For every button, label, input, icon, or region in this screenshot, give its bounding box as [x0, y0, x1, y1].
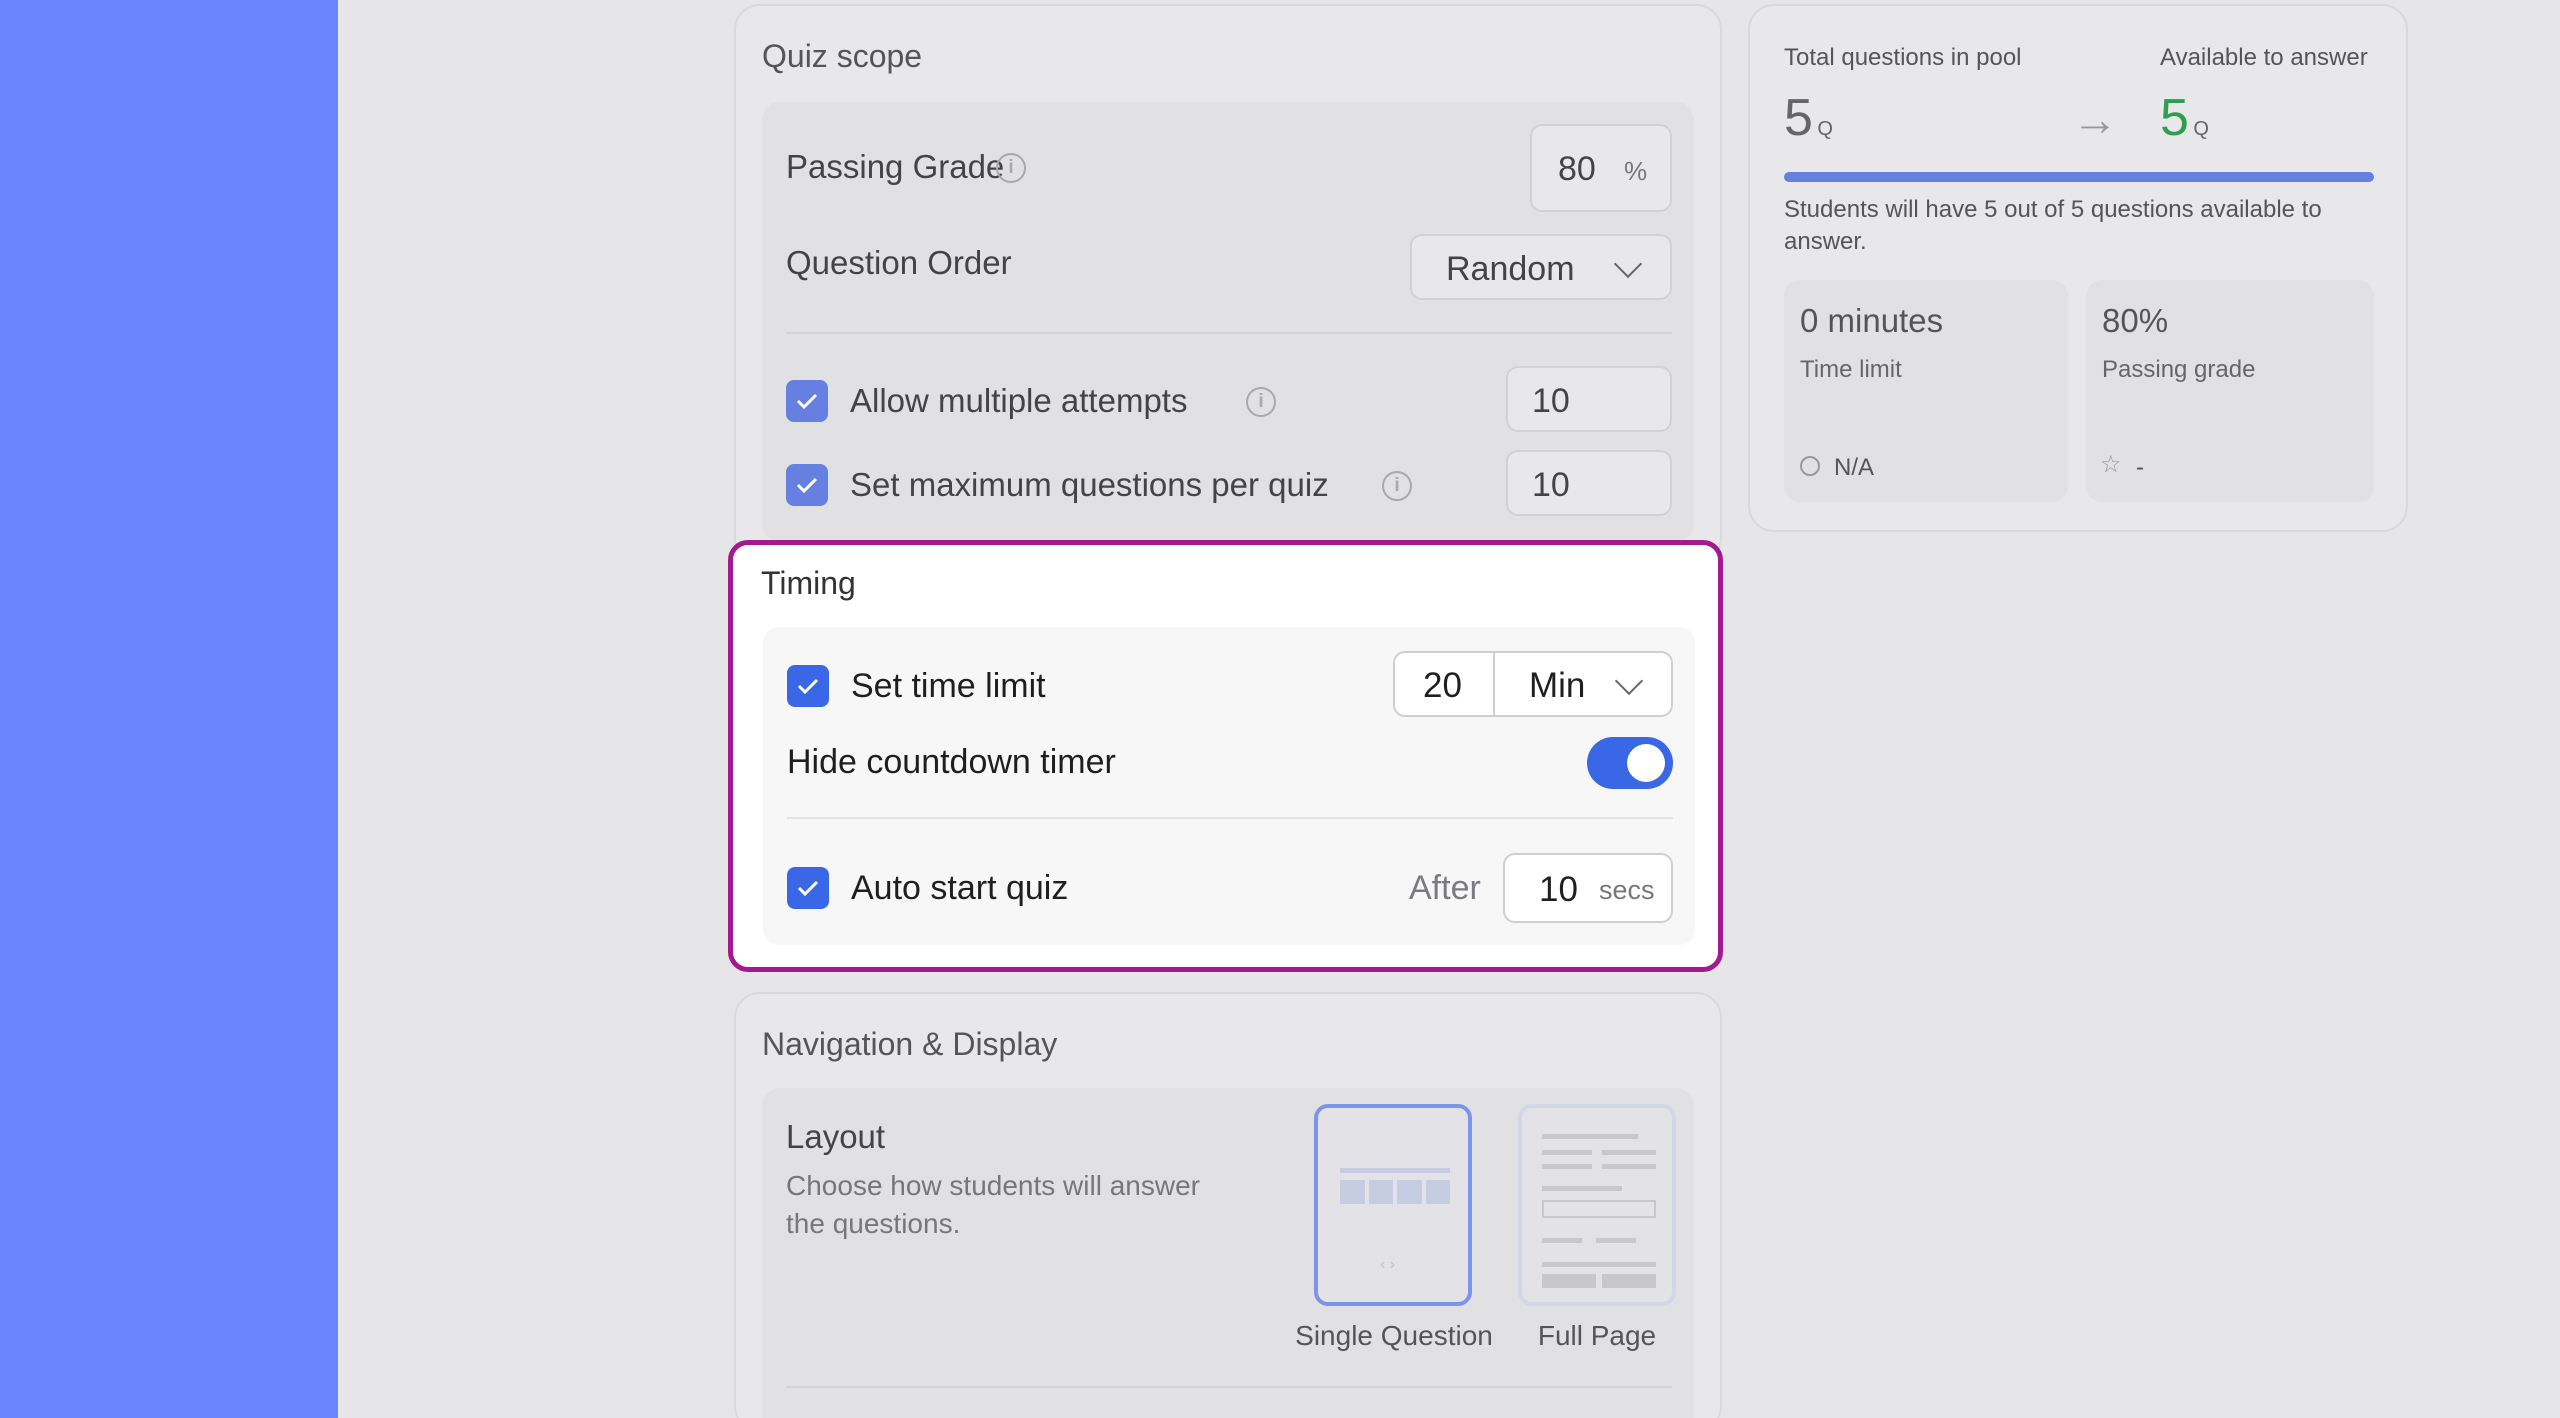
time-limit-value: 20 — [1423, 666, 1462, 705]
time-limit-tile-label: Time limit — [1800, 356, 1902, 383]
full-page-preview-line — [1542, 1262, 1656, 1267]
available-label: Available to answer — [2160, 44, 2368, 71]
availability-note-line-2: answer. — [1784, 228, 1867, 255]
allow-attempts-checkbox[interactable] — [786, 380, 828, 422]
time-limit-label: Set time limit — [851, 667, 1046, 705]
total-questions-value: 5 Q — [1784, 88, 1833, 148]
available-number: 5 — [2160, 89, 2189, 147]
time-limit-unit: Min — [1529, 666, 1586, 705]
passing-grade-tile: 80% Passing grade ☆ - — [2086, 280, 2374, 502]
availability-note-line-1: Students will have 5 out of 5 questions … — [1784, 196, 2322, 223]
auto-start-after-label: After — [1409, 869, 1481, 907]
max-questions-info-icon[interactable]: i — [1382, 471, 1412, 501]
max-questions-checkbox[interactable] — [786, 464, 828, 506]
layout-description-line-1: Choose how students will answer — [786, 1170, 1200, 1201]
total-value: 5 — [1784, 89, 1813, 147]
preview-block — [1368, 1180, 1393, 1204]
full-page-preview-block — [1602, 1274, 1656, 1288]
time-limit-unit-select[interactable]: Min — [1493, 651, 1673, 717]
allow-attempts-value: 10 — [1532, 382, 1570, 420]
question-order-value: Random — [1446, 250, 1575, 288]
full-page-label: Full Page — [1537, 1320, 1657, 1351]
available-value: 5 Q — [2160, 88, 2209, 148]
layout-option-full-page[interactable] — [1518, 1104, 1676, 1306]
preview-block — [1425, 1180, 1450, 1204]
single-question-preview-line — [1340, 1168, 1450, 1173]
quiz-scope-card: Quiz scope Passing Grade i 80 % Question… — [734, 4, 1722, 564]
allow-attempts-input[interactable]: 10 — [1506, 366, 1672, 432]
max-questions-value: 10 — [1532, 466, 1570, 504]
available-unit: Q — [2193, 118, 2209, 140]
timing-title: Timing — [761, 565, 856, 601]
allow-attempts-info-icon[interactable]: i — [1246, 387, 1276, 417]
timing-inner: Set time limit 20 Min Hide countdown tim… — [763, 627, 1695, 945]
auto-start-value: 10 — [1539, 870, 1578, 909]
passing-grade-input[interactable]: 80 % — [1530, 124, 1672, 212]
full-page-preview-block — [1542, 1274, 1596, 1288]
passing-grade-info-icon[interactable]: i — [996, 153, 1026, 183]
availability-progress-bar — [1784, 172, 2374, 182]
layout-title: Layout — [786, 1118, 886, 1155]
time-limit-tile-foot: N/A — [1834, 454, 1875, 481]
total-unit: Q — [1817, 118, 1833, 140]
navigation-display-card: Navigation & Display Layout Choose how s… — [734, 992, 1722, 1418]
full-page-preview-line — [1596, 1238, 1636, 1243]
layout-description-line-2: the questions. — [786, 1208, 961, 1239]
passing-grade-tile-value: 80% — [2102, 302, 2169, 339]
passing-grade-unit: % — [1624, 156, 1648, 186]
preview-block — [1397, 1180, 1422, 1204]
chevron-down-icon — [1614, 666, 1644, 696]
hide-timer-toggle[interactable] — [1587, 737, 1673, 789]
time-limit-input[interactable]: 20 — [1393, 651, 1495, 717]
question-order-select[interactable]: Random — [1410, 234, 1672, 300]
total-questions-label: Total questions in pool — [1784, 44, 2022, 71]
time-limit-checkbox[interactable] — [787, 665, 829, 707]
auto-start-checkbox[interactable] — [787, 867, 829, 909]
full-page-preview-line — [1542, 1164, 1592, 1169]
passing-grade-tile-label: Passing grade — [2102, 356, 2256, 383]
divider — [786, 332, 1672, 334]
max-questions-label: Set maximum questions per quiz — [850, 466, 1329, 503]
passing-grade-label: Passing Grade — [786, 148, 1005, 185]
auto-start-seconds-input[interactable]: 10 secs — [1503, 853, 1673, 923]
time-limit-tile-value: 0 minutes — [1800, 302, 1944, 339]
chevron-down-icon — [1613, 249, 1643, 279]
allow-attempts-label: Allow multiple attempts — [850, 382, 1188, 419]
full-page-preview-line — [1542, 1150, 1592, 1155]
quiz-scope-inner: Passing Grade i 80 % Question Order Rand… — [762, 102, 1694, 542]
layout-option-single-question[interactable]: ‹ › — [1314, 1104, 1472, 1306]
sidebar-background — [0, 0, 338, 1418]
passing-grade-value: 80 — [1558, 150, 1596, 188]
timing-card: Timing Set time limit 20 Min Hide countd… — [728, 540, 1723, 972]
divider — [786, 1386, 1672, 1388]
full-page-preview-line — [1602, 1164, 1656, 1169]
auto-start-label: Auto start quiz — [851, 869, 1069, 907]
arrow-right-icon: → — [2072, 93, 2118, 145]
full-page-preview-field — [1542, 1200, 1656, 1218]
navigation-inner: Layout Choose how students will answer t… — [762, 1088, 1694, 1418]
single-question-preview-blocks — [1340, 1180, 1450, 1204]
hide-timer-label: Hide countdown timer — [787, 743, 1116, 781]
single-question-label: Single Question — [1295, 1320, 1493, 1351]
full-page-preview-line — [1542, 1238, 1582, 1243]
quiz-scope-title: Quiz scope — [762, 38, 923, 74]
passing-grade-tile-foot: - — [2136, 454, 2144, 481]
divider — [787, 817, 1673, 819]
preview-block — [1340, 1180, 1365, 1204]
pager-icon: ‹ › — [1380, 1256, 1396, 1273]
summary-card: Total questions in pool Available to ans… — [1748, 4, 2408, 532]
max-questions-input[interactable]: 10 — [1506, 450, 1672, 516]
time-limit-tile: 0 minutes Time limit N/A — [1784, 280, 2068, 502]
question-order-label: Question Order — [786, 244, 1012, 281]
star-icon: ☆ — [2100, 451, 2122, 478]
auto-start-unit: secs — [1599, 875, 1655, 905]
alarm-clock-icon — [1800, 456, 1820, 476]
navigation-display-title: Navigation & Display — [762, 1026, 1058, 1062]
full-page-preview-line — [1602, 1150, 1656, 1155]
full-page-preview-line — [1542, 1186, 1622, 1191]
full-page-preview-line — [1542, 1134, 1638, 1139]
toggle-knob — [1627, 744, 1665, 782]
